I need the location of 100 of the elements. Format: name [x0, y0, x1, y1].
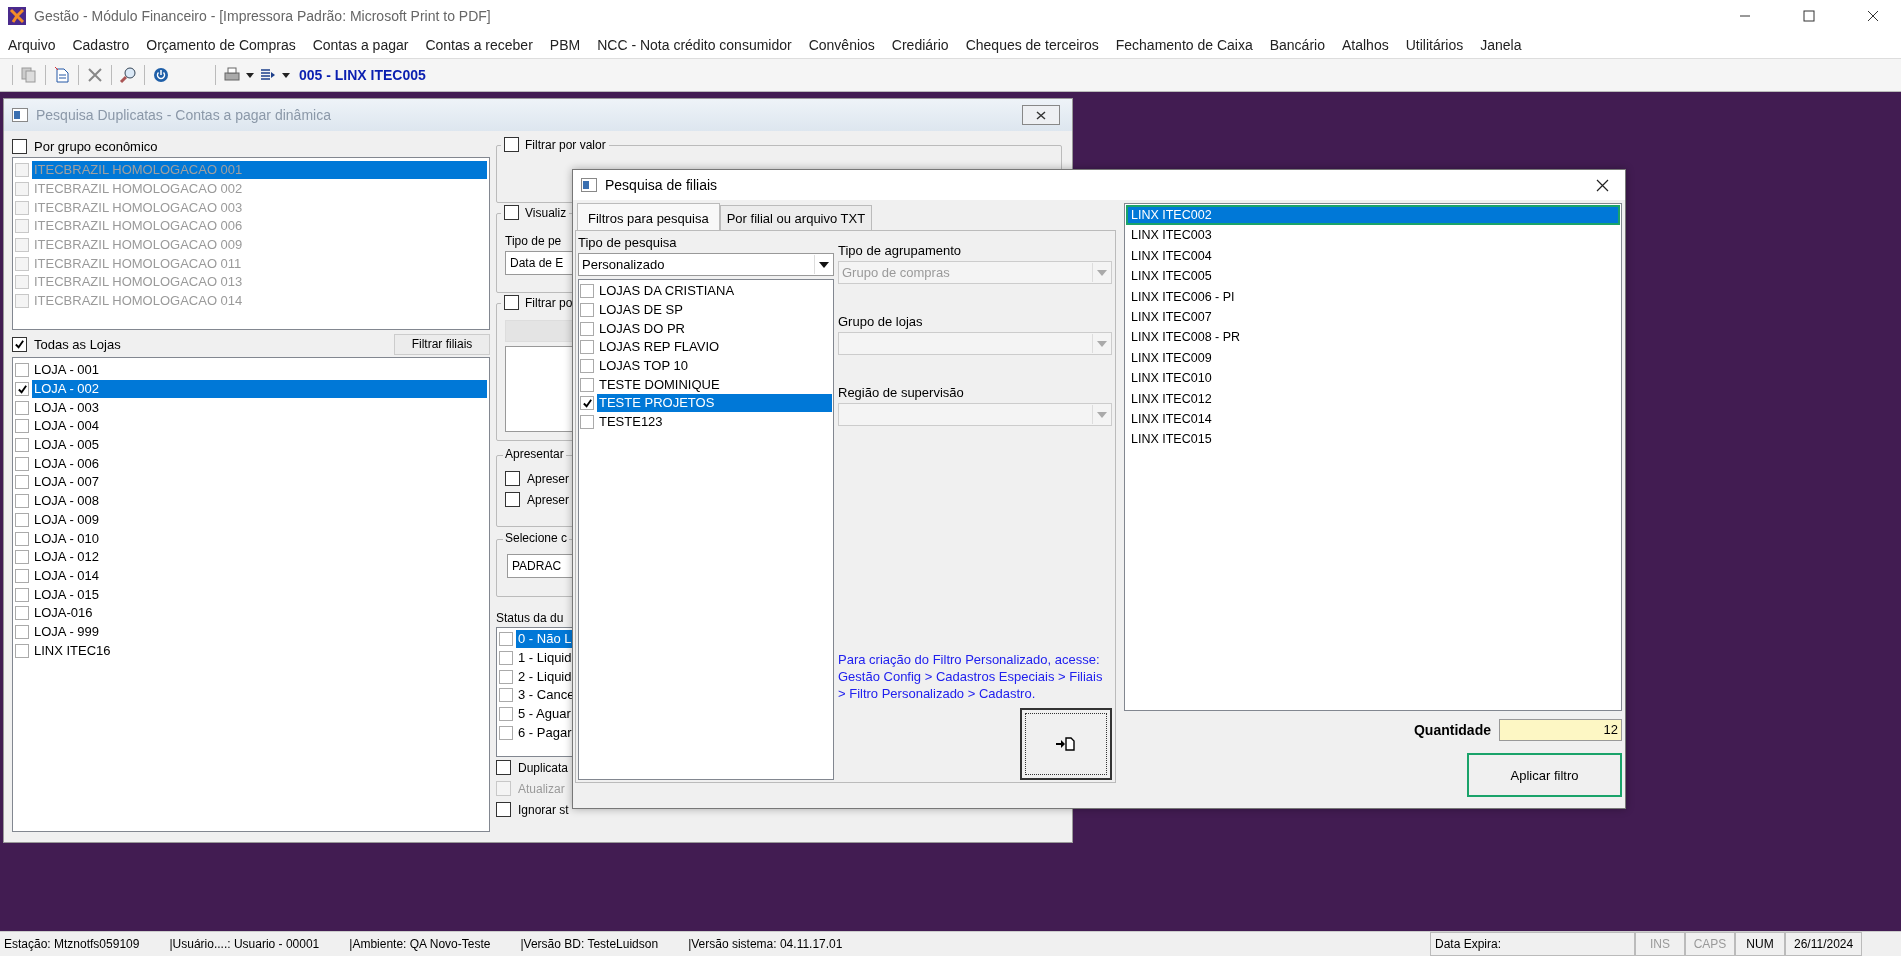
list-item[interactable]: LOJAS DA CRISTIANA	[597, 282, 832, 301]
checkbox[interactable]	[15, 606, 29, 621]
menu-item[interactable]: Convênios	[808, 37, 875, 53]
checkbox[interactable]	[580, 303, 594, 318]
list-item[interactable]: TESTE PROJETOS	[597, 394, 832, 413]
checkbox[interactable]	[580, 415, 594, 430]
checkbox[interactable]	[499, 725, 513, 740]
checkbox[interactable]	[15, 438, 29, 453]
close-button[interactable]	[1022, 105, 1060, 125]
checkbox[interactable]	[15, 531, 29, 546]
list-item[interactable]: LOJA - 003	[32, 398, 487, 417]
menu-item[interactable]: Orçamento de Compras	[146, 37, 296, 53]
list-item[interactable]: LOJA - 006	[32, 454, 487, 473]
list-item[interactable]: LOJA - 002	[32, 380, 487, 399]
close-icon[interactable]	[1596, 178, 1609, 192]
menu-item[interactable]: Fechamento de Caixa	[1115, 37, 1253, 53]
menu-item[interactable]: Contas a receber	[425, 37, 533, 53]
menu-item[interactable]: Arquivo	[8, 37, 56, 53]
menu-item[interactable]: NCC - Nota crédito consumidor	[597, 37, 792, 53]
checkbox[interactable]	[504, 205, 519, 220]
menu-item[interactable]: Cadastro	[72, 37, 130, 53]
tab[interactable]: Por filial ou arquivo TXT	[719, 205, 873, 230]
list-item[interactable]: LINX ITEC003	[1126, 225, 1620, 246]
list-item[interactable]: TESTE123	[597, 413, 832, 432]
tab[interactable]: Filtros para pesquisa	[577, 203, 720, 230]
checkbox[interactable]	[15, 382, 29, 397]
list-item[interactable]: LOJA - 015	[32, 585, 487, 604]
list-item[interactable]: LINX ITEC004	[1126, 245, 1620, 267]
checkbox[interactable]	[499, 688, 513, 703]
caret-icon[interactable]	[282, 71, 290, 79]
power-icon[interactable]	[152, 66, 170, 84]
list-item[interactable]: LINX ITEC009	[1126, 347, 1620, 369]
checkbox[interactable]	[15, 400, 29, 415]
list-item[interactable]: TESTE DOMINIQUE	[597, 375, 832, 394]
list-item[interactable]: LINX ITEC015	[1126, 429, 1620, 450]
transfer-button[interactable]	[1020, 708, 1112, 780]
checkbox[interactable]	[15, 550, 29, 565]
checkbox[interactable]	[499, 707, 513, 722]
caret-icon[interactable]	[246, 71, 254, 79]
list-item[interactable]: LOJAS DO PR	[597, 319, 832, 338]
checkbox[interactable]	[496, 760, 511, 775]
checkbox[interactable]	[12, 138, 27, 154]
list-item[interactable]: LOJA - 008	[32, 492, 487, 511]
checkbox[interactable]	[15, 475, 29, 490]
list-item[interactable]: LINX ITEC012	[1126, 388, 1620, 409]
list-item[interactable]: LINX ITEC005	[1126, 266, 1620, 287]
menu-item[interactable]: Bancário	[1269, 37, 1325, 53]
list-item[interactable]: LINX ITEC007	[1126, 306, 1620, 328]
list-item[interactable]: LOJA - 999	[32, 622, 487, 641]
list-item[interactable]: LINX ITEC002	[1126, 205, 1620, 226]
menu-item[interactable]: Crediário	[891, 37, 949, 53]
list-item[interactable]: LOJAS DE SP	[597, 301, 832, 320]
maximize-icon[interactable]	[1803, 10, 1815, 22]
checkbox[interactable]	[505, 492, 520, 507]
menu-item[interactable]: Janela	[1480, 37, 1522, 53]
menu-item[interactable]: PBM	[549, 37, 581, 53]
checkbox[interactable]	[15, 624, 29, 639]
list-item[interactable]: LOJAS REP FLAVIO	[597, 338, 832, 357]
checkbox[interactable]	[580, 340, 594, 355]
checkbox[interactable]	[580, 396, 594, 411]
checkbox[interactable]	[580, 284, 594, 299]
close-icon[interactable]	[1867, 10, 1879, 22]
list-item[interactable]: LINX ITEC014	[1126, 408, 1620, 430]
menu-item[interactable]: Cheques de terceiros	[965, 37, 1099, 53]
list-item[interactable]: LINX ITEC008 - PR	[1126, 327, 1620, 348]
list-item[interactable]: LOJA - 005	[32, 436, 487, 455]
checkbox[interactable]	[15, 363, 29, 378]
checkbox[interactable]	[499, 651, 513, 666]
filter-button[interactable]: Filtrar filiais	[394, 333, 490, 355]
list-item[interactable]: LOJA - 007	[32, 473, 487, 492]
checkbox[interactable]	[15, 512, 29, 527]
checkbox[interactable]	[15, 456, 29, 471]
menu-item[interactable]: Atalhos	[1341, 37, 1389, 53]
checkbox[interactable]	[499, 669, 513, 684]
list-item[interactable]: LINX ITEC010	[1126, 368, 1620, 389]
checkbox[interactable]	[15, 643, 29, 658]
list-item[interactable]: LOJA - 012	[32, 548, 487, 567]
checkbox[interactable]	[504, 137, 519, 152]
checkbox[interactable]	[499, 632, 513, 647]
printer-icon[interactable]	[223, 66, 241, 84]
checkbox[interactable]	[15, 419, 29, 434]
search-icon[interactable]	[119, 66, 137, 84]
checkbox[interactable]	[504, 295, 519, 310]
checkbox[interactable]	[15, 587, 29, 602]
list-item[interactable]: LOJA - 009	[32, 510, 487, 529]
list-item[interactable]: LOJA - 010	[32, 529, 487, 548]
search-type-dropdown[interactable]: Personalizado	[578, 253, 834, 276]
apply-filter-button[interactable]: Aplicar filtro	[1467, 753, 1622, 797]
menu-item[interactable]: Utilitários	[1405, 37, 1464, 53]
checkbox[interactable]	[12, 336, 27, 352]
list-item[interactable]: LOJAS TOP 10	[597, 357, 832, 376]
checkbox[interactable]	[580, 377, 594, 392]
menu-item[interactable]: Contas a pagar	[312, 37, 409, 53]
checkbox[interactable]	[15, 494, 29, 509]
list-item[interactable]: LOJA - 004	[32, 417, 487, 436]
new-document-icon[interactable]	[53, 66, 71, 84]
list-item[interactable]: LOJA-016	[32, 604, 487, 623]
checkbox[interactable]	[580, 359, 594, 374]
copy-icon[interactable]	[20, 66, 38, 84]
list-item[interactable]: LOJA - 001	[32, 361, 487, 380]
